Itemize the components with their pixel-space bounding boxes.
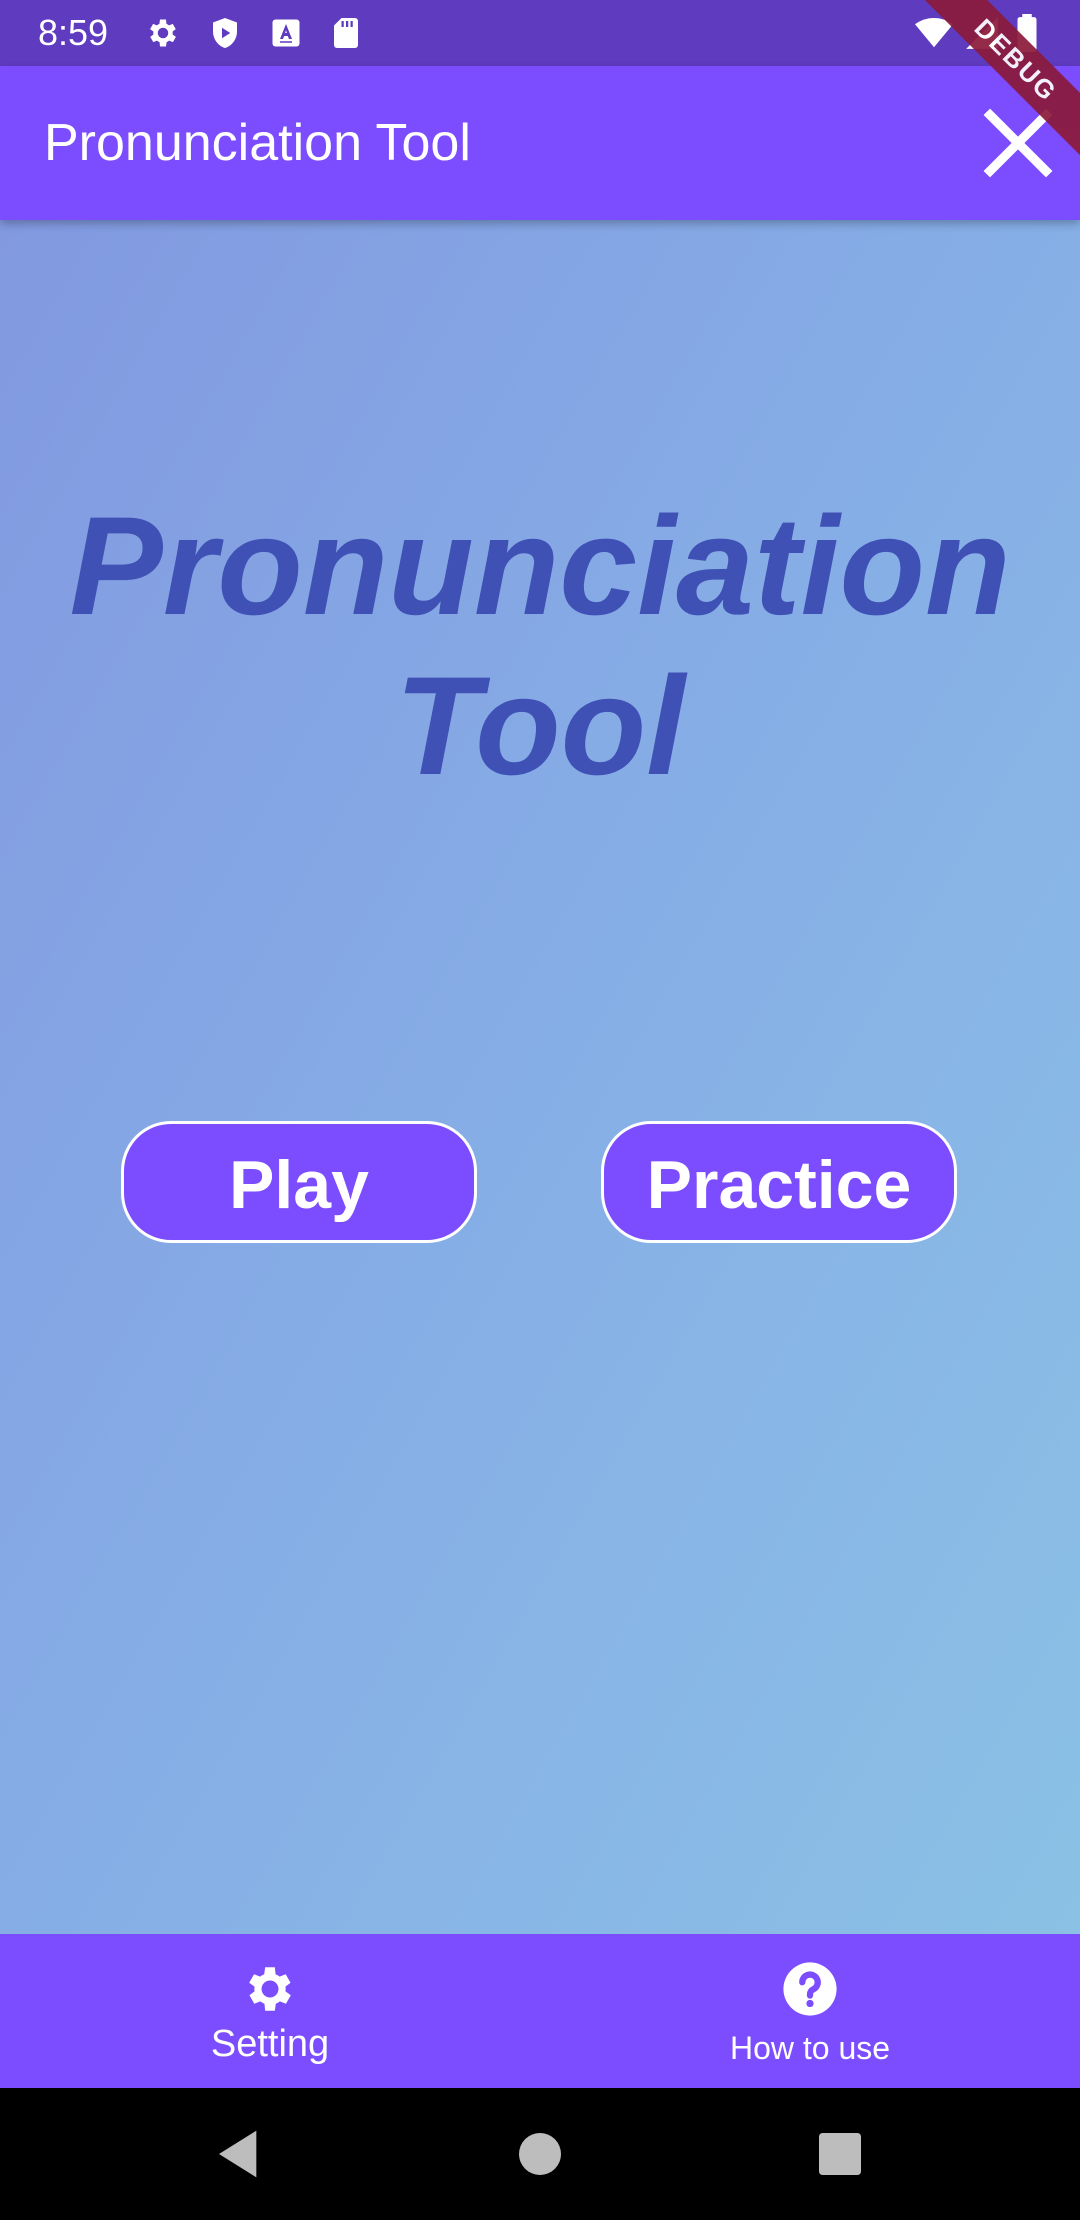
- help-circle-icon: [781, 1960, 839, 2018]
- hero-title-line-1: Pronunciation: [69, 487, 1011, 644]
- bottom-navigation: Setting How to use: [0, 1934, 1080, 2088]
- hero-title: Pronunciation Tool: [0, 486, 1080, 806]
- font-icon: [268, 14, 304, 52]
- system-navigation-bar: [0, 2088, 1080, 2220]
- status-time: 8:59: [38, 12, 109, 53]
- app-bar-title: Pronunciation Tool: [44, 114, 471, 172]
- nav-item-setting[interactable]: Setting: [0, 1934, 540, 2088]
- play-button[interactable]: Play: [121, 1121, 477, 1243]
- main-content: Pronunciation Tool Play Practice: [0, 220, 1080, 1934]
- gear-icon: [241, 1960, 299, 2018]
- shield-play-icon: [207, 14, 243, 52]
- nav-item-label: How to use: [729, 2030, 891, 2066]
- screen: 8:59 Pronunciation Tool DEBUG Pronunciat…: [0, 0, 1080, 2220]
- home-icon[interactable]: [512, 2126, 568, 2182]
- nav-item-label: Setting: [210, 2023, 330, 2065]
- practice-button[interactable]: Practice: [601, 1121, 957, 1243]
- hero-title-line-2: Tool: [394, 647, 686, 804]
- sd-card-icon: [328, 14, 364, 52]
- app-bar: Pronunciation Tool: [0, 66, 1080, 220]
- back-icon[interactable]: [212, 2126, 268, 2182]
- recents-icon[interactable]: [812, 2126, 868, 2182]
- nav-item-how-to-use[interactable]: How to use: [540, 1934, 1080, 2088]
- gear-icon: [145, 14, 181, 52]
- status-bar: 8:59: [0, 0, 1080, 66]
